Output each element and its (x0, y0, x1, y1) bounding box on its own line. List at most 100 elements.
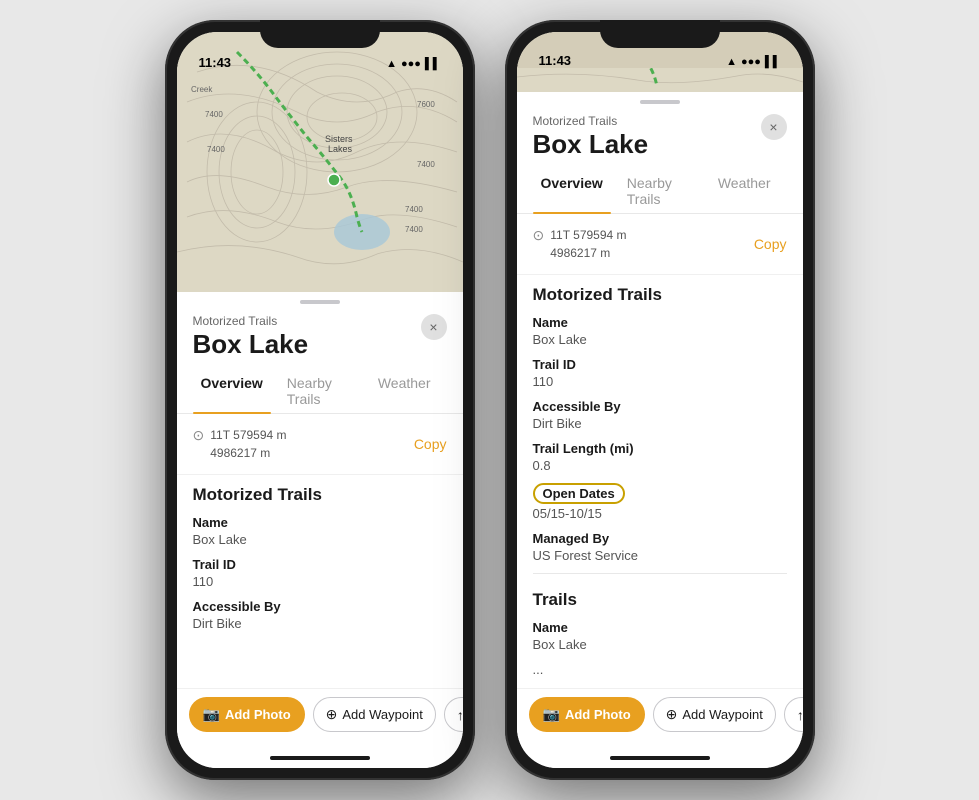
add-waypoint-label-2: Add Waypoint (682, 707, 762, 722)
field-trails-more-2: ... (533, 662, 787, 677)
status-icons-1: ▲ ●●● ▌▌ (386, 58, 440, 70)
status-icons-2: ▲ ●●● ▌▌ (726, 56, 780, 68)
trail-category-2: Motorized Trails (533, 114, 787, 128)
field-value-trails-name-2: Box Lake (533, 637, 787, 652)
tab-weather-2[interactable]: Weather (710, 169, 779, 213)
drag-indicator-2 (517, 92, 803, 108)
map-area[interactable]: 11:43 ▲ ●●● ▌▌ ← (177, 32, 463, 292)
signal-icon: ▲ (386, 58, 397, 70)
field-value-trailid-2: 110 (533, 374, 787, 389)
camera-icon-2: 📷 (543, 706, 560, 723)
tab-overview-2[interactable]: Overview (533, 169, 611, 213)
motorized-section-2: Motorized Trails Name Box Lake Trail ID … (517, 275, 803, 563)
field-value-name-1: Box Lake (193, 532, 447, 547)
coord-line1: 11T 579594 m (210, 426, 286, 444)
field-value-length-2: 0.8 (533, 458, 787, 473)
field-label-accessible-1: Accessible By (193, 599, 447, 614)
field-label-trails-name-2: Name (533, 620, 787, 635)
add-photo-label-2: Add Photo (565, 707, 631, 722)
svg-text:Sisters: Sisters (325, 134, 353, 144)
phone-2: 11:43 ▲ ●●● ▌▌ Motorized Trails Box Lake… (505, 20, 815, 780)
drag-bar (300, 300, 340, 304)
phone-screen-1: 11:43 ▲ ●●● ▌▌ ← (177, 32, 463, 768)
bottom-toolbar-2: 📷 Add Photo ⊕ Add Waypoint ↑ Share (517, 688, 803, 748)
waypoint-icon-2: ⊕ (666, 706, 678, 723)
tab-weather-1[interactable]: Weather (370, 369, 439, 413)
battery-icon: ▌▌ (425, 58, 441, 70)
content-area-1[interactable]: Motorized Trails Box Lake × Overview Nea… (177, 308, 463, 688)
motorized-section-1: Motorized Trails Name Box Lake Trail ID … (177, 475, 463, 631)
location-info-2: ⊙ 11T 579594 m 4986217 m (533, 226, 627, 262)
copy-button-2[interactable]: Copy (754, 236, 787, 252)
wifi-icon: ●●● (401, 58, 421, 70)
add-photo-button-2[interactable]: 📷 Add Photo (529, 697, 645, 732)
status-time-1: 11:43 (199, 55, 232, 70)
field-trails-name-2: Name Box Lake (533, 620, 787, 652)
trail-title-2: Box Lake (533, 130, 787, 159)
copy-button-1[interactable]: Copy (414, 436, 447, 452)
home-bar-1 (270, 756, 370, 760)
field-label-managedby-2: Managed By (533, 531, 787, 546)
content-area-2[interactable]: Motorized Trails Box Lake × Overview Nea… (517, 108, 803, 688)
trail-category-1: Motorized Trails (193, 314, 447, 328)
phone-screen-2: 11:43 ▲ ●●● ▌▌ Motorized Trails Box Lake… (517, 32, 803, 768)
field-trailid-2: Trail ID 110 (533, 357, 787, 389)
tabs-2: Overview Nearby Trails Weather (517, 159, 803, 214)
coord-line2: 4986217 m (210, 444, 286, 462)
section-divider (533, 573, 787, 574)
waypoint-icon-1: ⊕ (326, 706, 338, 723)
section-title-motorized-1: Motorized Trails (193, 485, 447, 505)
drag-indicator (177, 292, 463, 308)
field-label-length-2: Trail Length (mi) (533, 441, 787, 456)
coord-line1-2: 11T 579594 m (550, 226, 626, 244)
coordinates-1: 11T 579594 m 4986217 m (210, 426, 286, 462)
tab-nearby-1[interactable]: Nearby Trails (279, 369, 362, 413)
camera-icon-1: 📷 (203, 706, 220, 723)
close-button-1[interactable]: × (421, 314, 447, 340)
field-trailid-1: Trail ID 110 (193, 557, 447, 589)
add-waypoint-button-1[interactable]: ⊕ Add Waypoint (313, 697, 436, 732)
field-value-managedby-2: US Forest Service (533, 548, 787, 563)
field-opendates-2: Open Dates 05/15-10/15 (533, 483, 787, 521)
field-value-name-2: Box Lake (533, 332, 787, 347)
share-button-2[interactable]: ↑ Share (784, 697, 803, 732)
tab-nearby-2[interactable]: Nearby Trails (619, 169, 702, 213)
home-indicator-2 (517, 748, 803, 768)
svg-text:Creek: Creek (191, 85, 213, 94)
trail-header-2: Motorized Trails Box Lake × (517, 108, 803, 159)
coord-line2-2: 4986217 m (550, 244, 626, 262)
svg-text:7400: 7400 (417, 160, 435, 169)
field-value-trailid-1: 110 (193, 574, 447, 589)
phone-1: 11:43 ▲ ●●● ▌▌ ← (165, 20, 475, 780)
location-row-1: ⊙ 11T 579594 m 4986217 m Copy (177, 414, 463, 475)
pin-icon-2: ⊙ (533, 227, 545, 244)
share-button-1[interactable]: ↑ Share (444, 697, 463, 732)
field-name-1: Name Box Lake (193, 515, 447, 547)
trail-title-1: Box Lake (193, 330, 447, 359)
field-value-accessible-2: Dirt Bike (533, 416, 787, 431)
field-length-2: Trail Length (mi) 0.8 (533, 441, 787, 473)
status-time-2: 11:43 (539, 53, 572, 68)
tabs-1: Overview Nearby Trails Weather (177, 359, 463, 414)
trail-header-1: Motorized Trails Box Lake × (177, 308, 463, 359)
wifi-icon-2: ●●● (741, 56, 761, 68)
close-button-2[interactable]: × (761, 114, 787, 140)
svg-text:Lakes: Lakes (328, 144, 353, 154)
field-label-trailid-1: Trail ID (193, 557, 447, 572)
section-title-trails-2: Trails (533, 590, 787, 610)
add-photo-button-1[interactable]: 📷 Add Photo (189, 697, 305, 732)
home-indicator-1 (177, 748, 463, 768)
notch-2 (600, 20, 720, 48)
home-bar-2 (610, 756, 710, 760)
notch (260, 20, 380, 48)
location-info-1: ⊙ 11T 579594 m 4986217 m (193, 426, 287, 462)
svg-text:7400: 7400 (205, 110, 223, 119)
field-label-name-1: Name (193, 515, 447, 530)
add-waypoint-label-1: Add Waypoint (342, 707, 422, 722)
section-title-motorized-2: Motorized Trails (533, 285, 787, 305)
share-icon-1: ↑ (457, 707, 463, 723)
tab-overview-1[interactable]: Overview (193, 369, 271, 413)
field-value-opendates-2: 05/15-10/15 (533, 506, 787, 521)
add-waypoint-button-2[interactable]: ⊕ Add Waypoint (653, 697, 776, 732)
field-label-accessible-2: Accessible By (533, 399, 787, 414)
